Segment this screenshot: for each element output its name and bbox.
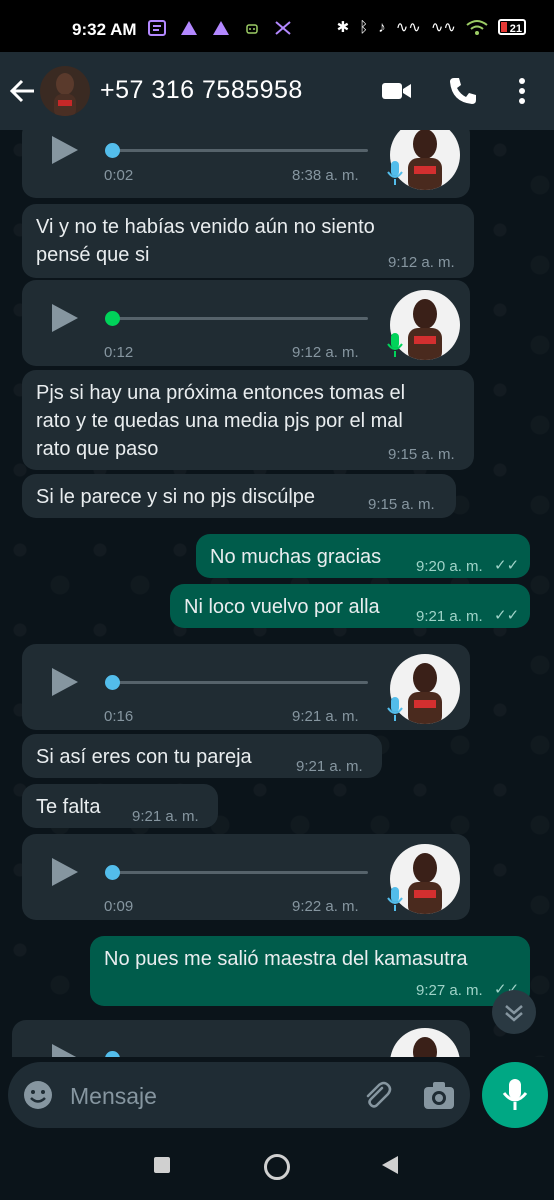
voice-progress-track[interactable] — [112, 317, 368, 320]
message-text: No muchas gracias — [210, 546, 382, 568]
voice-duration: 0:12 — [104, 344, 134, 361]
signal-wave-icon: ∿∿ — [430, 19, 456, 36]
voice-progress-dot[interactable] — [105, 1051, 120, 1057]
battery-level: 21 — [509, 23, 522, 35]
tiktok-icon: ♪ — [378, 18, 386, 36]
vibrate-icon: ✱ — [336, 19, 350, 36]
message-time: 9:15 a. m. — [388, 446, 455, 463]
voice-progress-track[interactable] — [112, 149, 368, 152]
wifi-icon — [466, 20, 488, 35]
camera-icon[interactable] — [422, 1079, 456, 1111]
voice-progress-dot[interactable] — [105, 865, 120, 880]
signal-wave-icon: ∿∿ — [395, 19, 421, 36]
battery-icon: 21 — [498, 19, 526, 35]
bluetooth-icon: ᛒ — [359, 18, 369, 36]
notification-app-icon — [148, 20, 166, 36]
mic-icon — [387, 887, 403, 911]
system-icons: ✱ ᛒ ♪ ∿∿ ∿∿ 21 — [337, 18, 526, 36]
message-list[interactable]: 0:02 8:38 a. m. Vi y no te habías venido… — [0, 130, 554, 1057]
sender-avatar — [390, 1028, 460, 1057]
message-input[interactable] — [68, 1080, 342, 1112]
play-icon[interactable] — [52, 304, 78, 332]
voice-duration: 0:09 — [104, 898, 134, 915]
voice-progress-dot[interactable] — [105, 675, 120, 690]
nav-back-button[interactable] — [382, 1156, 398, 1174]
voice-message: 0:16 9:21 a. m. — [22, 644, 470, 730]
play-icon[interactable] — [52, 668, 78, 696]
voice-message — [12, 1020, 470, 1057]
double-check-icon: ✓✓ — [494, 557, 520, 574]
message-text: No pues me salió maestra del kamasutra — [104, 948, 468, 970]
mic-icon — [387, 333, 403, 357]
more-options-icon[interactable] — [505, 74, 539, 108]
message-time: 9:21 a. m. — [296, 758, 363, 775]
message-composer — [8, 1062, 470, 1128]
record-voice-button[interactable] — [482, 1062, 548, 1128]
message-bubble: Vi y no te habías venido aún no siento p… — [22, 204, 474, 278]
voice-duration: 0:02 — [104, 167, 134, 184]
attach-icon[interactable] — [360, 1078, 394, 1112]
status-time: 9:32 AM — [72, 20, 137, 39]
message-text: Si así eres con tu pareja — [36, 746, 252, 768]
voice-progress-track[interactable] — [112, 871, 368, 874]
tools-icon — [275, 21, 291, 35]
voice-progress-dot[interactable] — [105, 311, 120, 326]
message-time: 9:12 a. m. — [388, 254, 455, 271]
scroll-to-bottom-button[interactable] — [492, 990, 536, 1034]
voice-progress-track[interactable] — [112, 681, 368, 684]
voice-message: 0:12 9:12 a. m. — [22, 280, 470, 366]
message-bubble: Si le parece y si no pjs discúlpe 9:15 a… — [22, 474, 456, 518]
contact-avatar[interactable] — [40, 66, 90, 116]
message-time: 9:21 a. m. — [292, 708, 359, 725]
sent-message-bubble: No pues me salió maestra del kamasutra 9… — [90, 936, 530, 1006]
message-time: 9:15 a. m. — [368, 496, 435, 513]
sent-message-bubble: Ni loco vuelvo por alla 9:21 a. m. ✓✓ — [170, 584, 530, 628]
recents-button[interactable] — [154, 1157, 170, 1173]
message-time: 9:27 a. m. — [416, 982, 483, 999]
message-time: 9:21 a. m. — [132, 808, 199, 825]
double-check-icon: ✓✓ — [494, 607, 520, 624]
message-text: Pjs si hay una próxima entonces tomas el — [36, 382, 406, 404]
message-text: rato y te quedas una media pjs por el ma… — [36, 410, 403, 432]
voice-duration: 0:16 — [104, 708, 134, 725]
message-text: Ni loco vuelvo por alla — [184, 596, 380, 618]
chat-header: +57 316 7585958 — [0, 52, 554, 130]
video-call-icon[interactable] — [380, 74, 414, 108]
message-time: 9:21 a. m. — [416, 608, 483, 625]
mic-icon — [387, 697, 403, 721]
robot-icon — [246, 24, 258, 34]
warning-icon — [181, 21, 197, 35]
message-text: Vi y no te habías venido aún no siento — [36, 216, 375, 238]
status-bar: 9:32 AM ✱ ᛒ ♪ ∿∿ ∿∿ 21 — [0, 0, 554, 52]
message-time: 9:22 a. m. — [292, 898, 359, 915]
message-bubble: Pjs si hay una próxima entonces tomas el… — [22, 370, 474, 470]
message-text: Te falta — [36, 796, 101, 818]
message-text: rato que paso — [36, 438, 159, 460]
message-time: 9:20 a. m. — [416, 558, 483, 575]
mic-icon — [502, 1079, 528, 1110]
message-text: Si le parece y si no pjs discúlpe — [36, 486, 316, 508]
sent-message-bubble: No muchas gracias 9:20 a. m. ✓✓ — [196, 534, 530, 578]
voice-call-icon[interactable] — [446, 74, 480, 108]
play-icon[interactable] — [52, 1044, 78, 1057]
voice-progress-dot[interactable] — [105, 143, 120, 158]
voice-message: 0:02 8:38 a. m. — [22, 130, 470, 198]
mic-icon — [387, 161, 403, 185]
message-time: 9:12 a. m. — [292, 344, 359, 361]
warning-icon — [213, 21, 229, 35]
home-button[interactable] — [264, 1154, 290, 1180]
play-icon[interactable] — [52, 136, 78, 164]
play-icon[interactable] — [52, 858, 78, 886]
chevron-down-icon — [505, 1005, 523, 1022]
contact-name[interactable]: +57 316 7585958 — [100, 76, 303, 105]
back-arrow-icon[interactable] — [8, 76, 38, 106]
notification-icons — [148, 20, 292, 36]
voice-message: 0:09 9:22 a. m. — [22, 834, 470, 920]
message-text: pensé que si — [36, 244, 150, 266]
message-bubble: Si así eres con tu pareja 9:21 a. m. — [22, 734, 382, 778]
emoji-icon[interactable] — [22, 1079, 54, 1111]
message-time: 8:38 a. m. — [292, 167, 359, 184]
message-bubble: Te falta 9:21 a. m. — [22, 784, 218, 828]
